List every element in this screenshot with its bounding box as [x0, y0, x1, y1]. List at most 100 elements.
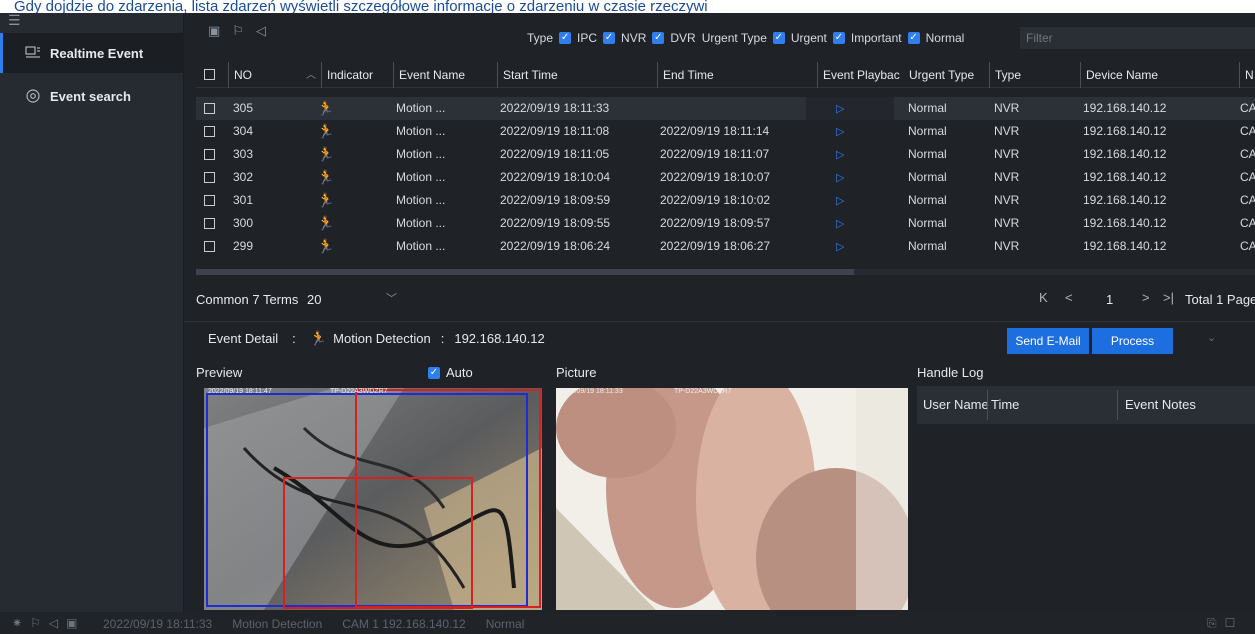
brightness-icon[interactable]: ✷: [12, 616, 22, 630]
urgent-type-label: Urgent Type: [701, 31, 767, 45]
table-row[interactable]: 303 🏃 Motion ... 2022/09/19 18:11:05 202…: [196, 143, 1255, 166]
preview-timestamp: 2022/09/19 18:11:47: [208, 388, 272, 395]
save-icon[interactable]: ▣: [66, 616, 77, 630]
play-icon[interactable]: ▷: [806, 97, 894, 120]
play-icon[interactable]: ▷: [836, 120, 844, 143]
current-page[interactable]: 1: [1106, 292, 1113, 307]
sidebar-item-event-search[interactable]: Event search: [0, 76, 184, 116]
col-event-playback[interactable]: Event Playbac: [817, 62, 909, 88]
play-icon[interactable]: ▷: [836, 212, 844, 235]
row-checkbox[interactable]: [204, 103, 215, 114]
table-row[interactable]: 304 🏃 Motion ... 2022/09/19 18:11:08 202…: [196, 120, 1255, 143]
motion-icon: 🏃: [317, 192, 335, 208]
play-icon[interactable]: ▷: [836, 166, 844, 189]
picture-timestamp: 2022/09/19 18:11:33: [559, 388, 623, 395]
page-size-select[interactable]: 20: [307, 292, 321, 307]
motion-icon: 🏃: [317, 169, 335, 185]
play-icon[interactable]: ▷: [836, 189, 844, 212]
table-row[interactable]: 305 🏃 Motion ... 2022/09/19 18:11:33 ▷ N…: [196, 97, 1255, 120]
col-no[interactable]: NO: [228, 62, 306, 88]
col-start-time[interactable]: Start Time: [497, 62, 657, 88]
play-icon[interactable]: ▷: [836, 235, 844, 258]
cell-start-time: 2022/09/19 18:10:04: [500, 170, 611, 184]
cell-urgent-type: Normal: [908, 101, 947, 115]
sidebar-item-label: Realtime Event: [50, 45, 144, 61]
event-detail-bar: Event Detail : 🏃 Motion Detection : 192.…: [184, 321, 1255, 354]
col-device-name[interactable]: Device Name: [1080, 62, 1239, 88]
cell-urgent-type: Normal: [908, 124, 947, 138]
auto-toggle[interactable]: ✓ Auto: [428, 365, 473, 380]
table-scrollbar[interactable]: [196, 269, 1255, 275]
status-event: Motion Detection: [232, 617, 323, 631]
sort-icon[interactable]: ︿: [306, 66, 316, 81]
sound-icon[interactable]: ◁: [49, 616, 58, 630]
cell-no: 305: [233, 101, 254, 115]
col-urgent-type[interactable]: Urgent Type: [904, 62, 989, 88]
cell-device-name: 192.168.140.12: [1083, 193, 1167, 207]
preview-video[interactable]: 2022/09/19 18:11:47 TP-D22A3WDZR7: [204, 388, 542, 610]
col-n[interactable]: N: [1239, 62, 1255, 88]
nvr-label: NVR: [621, 31, 647, 45]
normal-checkbox[interactable]: ✓: [907, 32, 920, 44]
cell-end-time: 2022/09/19 18:09:57: [660, 216, 771, 230]
lamp-icon[interactable]: ⚐: [30, 616, 41, 630]
chevron-down-icon[interactable]: ﹀: [386, 290, 397, 306]
table-row[interactable]: 301 🏃 Motion ... 2022/09/19 18:09:59 202…: [196, 189, 1255, 212]
col-user-name[interactable]: User Name: [923, 397, 989, 412]
col-time[interactable]: Time: [991, 397, 1019, 412]
cell-event-name: Motion ...: [396, 101, 446, 115]
next-page-icon[interactable]: >: [1142, 290, 1150, 305]
collapse-icon[interactable]: ⌄: [1207, 331, 1216, 344]
play-icon[interactable]: ▷: [836, 143, 844, 166]
menu-icon[interactable]: ☰: [8, 13, 24, 28]
snapshot-picture[interactable]: 2022/09/19 18:11:33 TP-D22A3WDZR7: [556, 388, 908, 610]
prev-page-icon[interactable]: <: [1065, 290, 1073, 305]
col-event-notes[interactable]: Event Notes: [1125, 397, 1196, 412]
row-checkbox[interactable]: [204, 149, 215, 160]
column-divider: [1117, 390, 1118, 420]
dvr-checkbox[interactable]: ✓: [652, 32, 665, 44]
col-type[interactable]: Type: [989, 62, 1075, 88]
cell-no: 303: [233, 147, 254, 161]
table-row[interactable]: 299 🏃 Motion ... 2022/09/19 18:06:24 202…: [196, 235, 1255, 258]
document-caption: Gdy dojdzie do zdarzenia, lista zdarzeń …: [0, 0, 1255, 13]
process-button[interactable]: Process: [1092, 328, 1173, 354]
first-page-icon[interactable]: K: [1039, 290, 1048, 305]
preview-device: TP-D22A3WDZR7: [330, 388, 388, 395]
row-checkbox[interactable]: [204, 218, 215, 229]
lamp-icon[interactable]: ⚐: [232, 23, 244, 39]
col-indicator[interactable]: Indicator: [321, 62, 393, 88]
ipc-checkbox[interactable]: ✓: [559, 32, 572, 44]
cell-no: 299: [233, 239, 254, 253]
window-icon[interactable]: ☐: [1225, 616, 1236, 631]
row-checkbox[interactable]: [204, 172, 215, 183]
nvr-checkbox[interactable]: ✓: [603, 32, 616, 44]
auto-checkbox[interactable]: ✓: [428, 366, 440, 379]
save-icon[interactable]: ▣: [208, 23, 220, 39]
scrollbar-thumb[interactable]: [196, 269, 854, 275]
cell-type: NVR: [994, 124, 1020, 138]
ipc-label: IPC: [577, 31, 598, 45]
row-checkbox[interactable]: [204, 241, 215, 252]
important-checkbox[interactable]: ✓: [832, 32, 845, 44]
sidebar-item-realtime-event[interactable]: Realtime Event: [0, 33, 184, 73]
cell-type: NVR: [994, 170, 1020, 184]
col-event-name[interactable]: Event Name: [393, 62, 497, 88]
row-checkbox[interactable]: [204, 195, 215, 206]
cell-n: CA: [1240, 216, 1255, 230]
col-end-time[interactable]: End Time: [657, 62, 817, 88]
filter-input[interactable]: [1020, 27, 1255, 49]
sound-icon[interactable]: ◁: [256, 23, 266, 39]
cell-urgent-type: Normal: [908, 193, 947, 207]
export-icon[interactable]: ⎘: [1207, 616, 1217, 631]
select-all-checkbox[interactable]: [204, 69, 215, 80]
last-page-icon[interactable]: >|: [1163, 290, 1174, 305]
sidebar: ☰ Realtime Event Event search: [0, 13, 184, 612]
row-checkbox[interactable]: [204, 126, 215, 137]
send-email-button[interactable]: Send E-Mail: [1007, 328, 1089, 354]
table-row[interactable]: 300 🏃 Motion ... 2022/09/19 18:09:55 202…: [196, 212, 1255, 235]
detail-device: 192.168.140.12: [454, 331, 545, 346]
cell-event-name: Motion ...: [396, 147, 446, 161]
table-row[interactable]: 302 🏃 Motion ... 2022/09/19 18:10:04 202…: [196, 166, 1255, 189]
urgent-checkbox[interactable]: ✓: [772, 32, 785, 44]
